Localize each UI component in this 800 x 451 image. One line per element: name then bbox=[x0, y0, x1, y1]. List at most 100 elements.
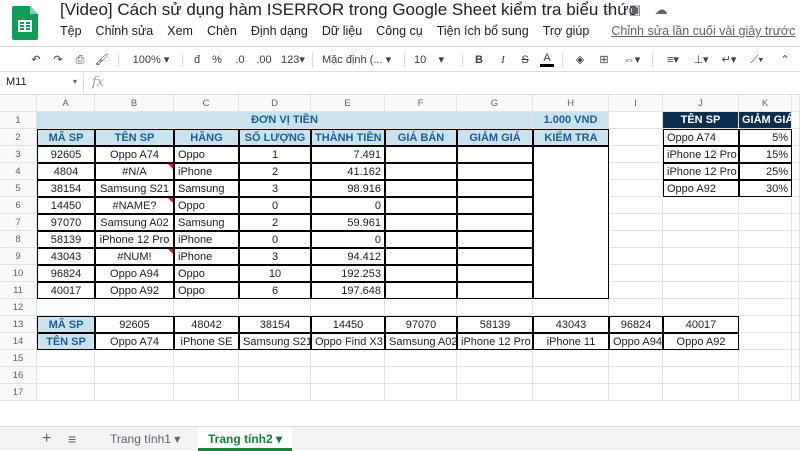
product-name-cell[interactable]: #N/A bbox=[95, 163, 174, 180]
discount-product-cell[interactable]: Oppo A92 bbox=[663, 180, 739, 197]
row-header-17[interactable]: 17 bbox=[0, 384, 37, 401]
cell[interactable] bbox=[739, 231, 792, 248]
cell[interactable] bbox=[663, 367, 739, 384]
cell[interactable] bbox=[609, 384, 663, 401]
cell[interactable] bbox=[609, 367, 663, 384]
cell[interactable] bbox=[739, 367, 792, 384]
row-header-16[interactable]: 16 bbox=[0, 367, 37, 384]
total-cell[interactable]: 7.491 bbox=[311, 146, 385, 163]
font-size-select[interactable]: 10 ▾ bbox=[414, 51, 454, 69]
column-header-j[interactable]: J bbox=[663, 95, 739, 112]
zoom-select[interactable]: 100% ▾ bbox=[128, 51, 174, 69]
cell[interactable] bbox=[739, 197, 792, 214]
brand-cell[interactable]: Oppo bbox=[174, 282, 239, 299]
total-cell[interactable]: 0 bbox=[311, 197, 385, 214]
cell[interactable] bbox=[457, 384, 533, 401]
cell[interactable] bbox=[37, 350, 95, 367]
name-box[interactable]: M11 ▾ bbox=[0, 73, 84, 94]
cell[interactable] bbox=[174, 367, 239, 384]
last-edit-link[interactable]: Chỉnh sửa lần cuối vài giây trước bbox=[611, 24, 795, 38]
cell[interactable] bbox=[792, 333, 800, 350]
cell[interactable] bbox=[385, 350, 457, 367]
menu-data[interactable]: Dữ liệu bbox=[322, 24, 362, 38]
text-color-button[interactable]: A bbox=[540, 51, 554, 67]
lookup-code-cell[interactable]: 92605 bbox=[95, 316, 174, 333]
discount-cell[interactable] bbox=[457, 180, 533, 197]
column-header-h[interactable]: H bbox=[533, 95, 609, 112]
lookup-code-cell[interactable]: 58139 bbox=[457, 316, 533, 333]
lookup-name-cell[interactable]: Samsung A02 bbox=[385, 333, 457, 350]
discount-cell[interactable] bbox=[457, 146, 533, 163]
discount-product-cell[interactable]: iPhone 12 Pro bbox=[663, 146, 739, 163]
menu-help[interactable]: Trợ giúp bbox=[543, 24, 590, 38]
cell[interactable] bbox=[609, 231, 663, 248]
total-cell[interactable]: 192.253 bbox=[311, 265, 385, 282]
cell[interactable] bbox=[792, 129, 800, 146]
cell[interactable] bbox=[609, 214, 663, 231]
product-name-cell[interactable]: Oppo A92 bbox=[95, 282, 174, 299]
table1-header[interactable]: KIỂM TRA bbox=[533, 129, 609, 146]
bold-button[interactable]: B bbox=[472, 51, 486, 69]
menu-file[interactable]: Tệp bbox=[60, 24, 82, 38]
discount-cell[interactable] bbox=[457, 265, 533, 282]
lookup-name-cell[interactable]: iPhone 12 Pro bbox=[457, 333, 533, 350]
strikethrough-button[interactable]: S bbox=[518, 51, 532, 69]
table1-header[interactable]: HÃNG bbox=[174, 129, 239, 146]
row-header-7[interactable]: 7 bbox=[0, 214, 37, 231]
product-code-cell[interactable]: 97070 bbox=[37, 214, 95, 231]
product-code-cell[interactable]: 58139 bbox=[37, 231, 95, 248]
price-cell[interactable] bbox=[385, 248, 457, 265]
table1-header[interactable]: THÀNH TIỀN bbox=[311, 129, 385, 146]
redo-icon[interactable]: ↷ bbox=[50, 51, 66, 69]
cell[interactable] bbox=[663, 265, 739, 282]
cell[interactable] bbox=[533, 384, 609, 401]
menu-addons[interactable]: Tiện ích bổ sung bbox=[437, 24, 529, 38]
cell[interactable] bbox=[609, 282, 663, 299]
discount-rate-cell[interactable]: 5% bbox=[739, 129, 792, 146]
menu-format[interactable]: Định dạng bbox=[251, 24, 308, 38]
cell[interactable] bbox=[663, 214, 739, 231]
increase-decimal-button[interactable]: .00 bbox=[252, 51, 276, 69]
all-sheets-icon[interactable]: ≡ bbox=[58, 427, 86, 451]
percent-button[interactable]: % bbox=[210, 51, 224, 69]
row-header-14[interactable]: 14 bbox=[0, 333, 37, 350]
cell[interactable] bbox=[95, 350, 174, 367]
formula-input[interactable] bbox=[120, 73, 800, 94]
row-header-11[interactable]: 11 bbox=[0, 282, 37, 299]
product-name-cell[interactable]: Oppo A74 bbox=[95, 146, 174, 163]
table1-header[interactable]: MÃ SP bbox=[37, 129, 95, 146]
brand-cell[interactable]: iPhone bbox=[174, 163, 239, 180]
menu-view[interactable]: Xem bbox=[167, 24, 193, 38]
price-cell[interactable] bbox=[385, 282, 457, 299]
cell[interactable] bbox=[739, 333, 792, 350]
currency-button[interactable]: đ bbox=[190, 51, 204, 69]
cell[interactable] bbox=[739, 350, 792, 367]
lookup-name-cell[interactable]: iPhone 11 bbox=[533, 333, 609, 350]
decrease-decimal-button[interactable]: .0 bbox=[230, 51, 250, 69]
cell[interactable] bbox=[663, 248, 739, 265]
quantity-cell[interactable]: 0 bbox=[239, 231, 311, 248]
product-name-cell[interactable]: #NUM! bbox=[95, 248, 174, 265]
cell[interactable] bbox=[792, 350, 800, 367]
cell[interactable] bbox=[663, 231, 739, 248]
star-icon[interactable]: ☆ bbox=[600, 2, 618, 18]
cell[interactable] bbox=[792, 214, 800, 231]
table1-header[interactable]: SỐ LƯỢNG bbox=[239, 129, 311, 146]
quantity-cell[interactable]: 0 bbox=[239, 197, 311, 214]
horizontal-align-icon[interactable]: ≡▾ bbox=[662, 51, 684, 69]
cell[interactable] bbox=[663, 299, 739, 316]
quantity-cell[interactable]: 6 bbox=[239, 282, 311, 299]
column-header-e[interactable]: E bbox=[311, 95, 385, 112]
product-name-cell[interactable]: Samsung A02 bbox=[95, 214, 174, 231]
cell[interactable] bbox=[739, 248, 792, 265]
cell[interactable] bbox=[311, 350, 385, 367]
cell[interactable] bbox=[609, 112, 663, 129]
cell[interactable] bbox=[739, 316, 792, 333]
total-cell[interactable]: 59.961 bbox=[311, 214, 385, 231]
price-cell[interactable] bbox=[385, 197, 457, 214]
product-name-cell[interactable]: Samsung S21 bbox=[95, 180, 174, 197]
lookup-code-cell[interactable]: 43043 bbox=[533, 316, 609, 333]
add-sheet-icon[interactable]: + bbox=[32, 427, 61, 451]
print-icon[interactable]: ⎙ bbox=[72, 51, 88, 69]
cell[interactable] bbox=[239, 350, 311, 367]
